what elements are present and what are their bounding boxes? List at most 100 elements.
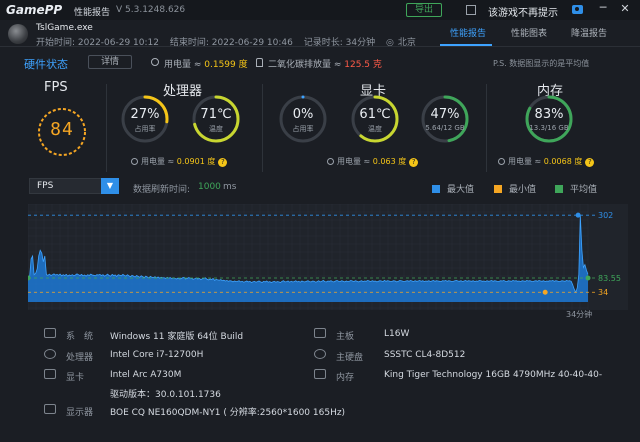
chart-time-label: 34分钟 [566, 310, 593, 319]
ram-power: 用电量 ≈ 0.0068 度? [498, 156, 595, 167]
ram-power-prefix: 用电量 ≈ [508, 157, 544, 166]
gpu-temp-value: 61℃ [359, 107, 391, 122]
no-prompt-label[interactable]: 该游戏不再提示 [488, 4, 558, 19]
app-label: 性能报告 [74, 8, 111, 18]
fps-value: 84 [50, 119, 74, 140]
refresh-value: 1000 [198, 182, 221, 192]
refresh-unit: ms [223, 182, 237, 192]
hardware-status-title: 硬件状态 [24, 58, 68, 71]
average-note: P.S. 数据图显示的是平均值 [493, 59, 590, 68]
gpu-memory-gauge: 47% 5.64/12 GB [420, 94, 470, 144]
ram-power-icon [498, 158, 505, 165]
os-value: Windows 11 家庭版 64位 Build [110, 332, 244, 342]
refresh-label: 数据刷新时间: [133, 185, 191, 195]
cpu-power-value: 0.0901 度 [176, 157, 216, 166]
gpu-usage-gauge: 0% 占用率 [278, 94, 328, 144]
display-value: BOE CQ NE160QDM-NY1 ( 分辨率:2560*1600 165H… [110, 408, 346, 418]
cpu-power: 用电量 ≈ 0.0901 度? [131, 156, 228, 167]
cpu-value: Intel Core i7-12700H [110, 350, 204, 360]
cpu-power-icon [131, 158, 138, 165]
fps-gauge: 84 [36, 106, 88, 158]
os-key: 系 统 [66, 332, 94, 342]
version-label: V 5.3.1248.626 [116, 5, 186, 15]
tab-performance-chart[interactable]: 性能图表 [511, 26, 547, 39]
gpu-temp-label: 温度 [368, 125, 382, 133]
cpu-usage-label: 占用率 [134, 125, 156, 133]
legend-avg: 平均值 [555, 182, 597, 195]
cpu-key: 处理器 [66, 353, 94, 363]
legend-max-label: 最大值 [447, 185, 475, 195]
ram-power-value: 0.0068 度 [543, 157, 583, 166]
gpu-power-value: 0.063 度 [372, 157, 407, 166]
legend-min-label: 最小值 [509, 185, 537, 195]
chevron-down-icon[interactable]: ▼ [101, 178, 119, 194]
marker-dot [585, 275, 591, 281]
driver-version: 驱动版本：30.0.101.1736 [110, 390, 221, 400]
section-divider [106, 84, 107, 172]
co2-value: 125.5 克 [344, 60, 382, 70]
legend-avg-swatch [555, 185, 563, 193]
tab-performance-report[interactable]: 性能报告 [450, 26, 486, 39]
fps-title: FPS [44, 80, 68, 95]
gpu-usage-label: 占用率 [292, 125, 314, 133]
gpu-usage-value: 0% [292, 107, 314, 122]
marker-label: 34 [598, 288, 608, 297]
logo-text-b: PP [44, 3, 63, 17]
fps-chart[interactable]: 302 83.55 34 [28, 204, 628, 310]
co2-prefix: 二氧化碳排放量 ≈ [268, 60, 345, 70]
marker-dot [542, 289, 548, 295]
cpu-temp-value: 71℃ [200, 107, 232, 122]
gpu-icon [44, 369, 56, 379]
gamepp-logo: GamePP [6, 3, 62, 17]
gpu-power-icon [327, 158, 334, 165]
export-button[interactable]: 导出 [406, 3, 442, 17]
gpu-temp-gauge: 61℃ 温度 [350, 94, 400, 144]
ram-usage-value: 83% [534, 107, 564, 122]
gpu-power-prefix: 用电量 ≈ [337, 157, 373, 166]
legend-min: 最小值 [494, 182, 536, 195]
legend-min-swatch [494, 185, 502, 193]
no-prompt-checkbox[interactable] [466, 5, 476, 15]
camera-icon[interactable] [572, 5, 583, 14]
motherboard-icon [314, 328, 326, 338]
co2-icon [256, 58, 263, 67]
cpu-usage-gauge: 27% 占用率 [120, 94, 170, 144]
report-tabs: 性能报告 性能图表 降温报告 [430, 26, 635, 46]
disk-icon [314, 349, 326, 359]
marker-dot [575, 212, 581, 218]
legend-avg-label: 平均值 [570, 185, 598, 195]
total-power: 用电量 ≈ 0.1599 度 [164, 57, 248, 70]
header-divider [0, 46, 640, 47]
ram-power-help-icon[interactable]: ? [585, 158, 595, 167]
marker-label: 83.55 [598, 274, 621, 283]
mem-key: 内存 [336, 373, 355, 383]
memory-icon [314, 369, 326, 379]
close-button[interactable]: ✕ [619, 3, 631, 15]
power-value: 0.1599 度 [204, 60, 248, 70]
game-name: TslGame.exe [36, 23, 93, 33]
cpu-temp-label: 温度 [209, 125, 223, 133]
minimize-button[interactable]: ─ [597, 2, 609, 15]
co2-emission: 二氧化碳排放量 ≈ 125.5 克 [268, 57, 382, 70]
tab-cooling-report[interactable]: 降温报告 [571, 26, 607, 39]
gpu-value: Intel Arc A730M [110, 370, 182, 380]
metric-select-value[interactable]: FPS [37, 181, 53, 191]
ram-usage-label: 13.3/16 GB [529, 124, 569, 132]
details-button[interactable]: 详情 [88, 55, 132, 69]
board-value: L16W [384, 329, 410, 339]
os-icon [44, 328, 56, 338]
power-icon [151, 58, 159, 66]
section-divider [262, 84, 263, 172]
legend-max: 最大值 [432, 182, 474, 195]
display-key: 显示器 [66, 408, 94, 418]
cpu-icon [44, 349, 56, 359]
cpu-temp-gauge: 71℃ 温度 [191, 94, 241, 144]
section-divider [486, 84, 487, 172]
power-prefix: 用电量 ≈ [164, 60, 205, 70]
disk-key: 主硬盘 [336, 353, 364, 363]
cpu-usage-value: 27% [130, 107, 160, 122]
gpu-power-help-icon[interactable]: ? [409, 158, 419, 167]
game-icon [8, 24, 28, 44]
cpu-power-help-icon[interactable]: ? [218, 158, 228, 167]
legend-max-swatch [432, 185, 440, 193]
